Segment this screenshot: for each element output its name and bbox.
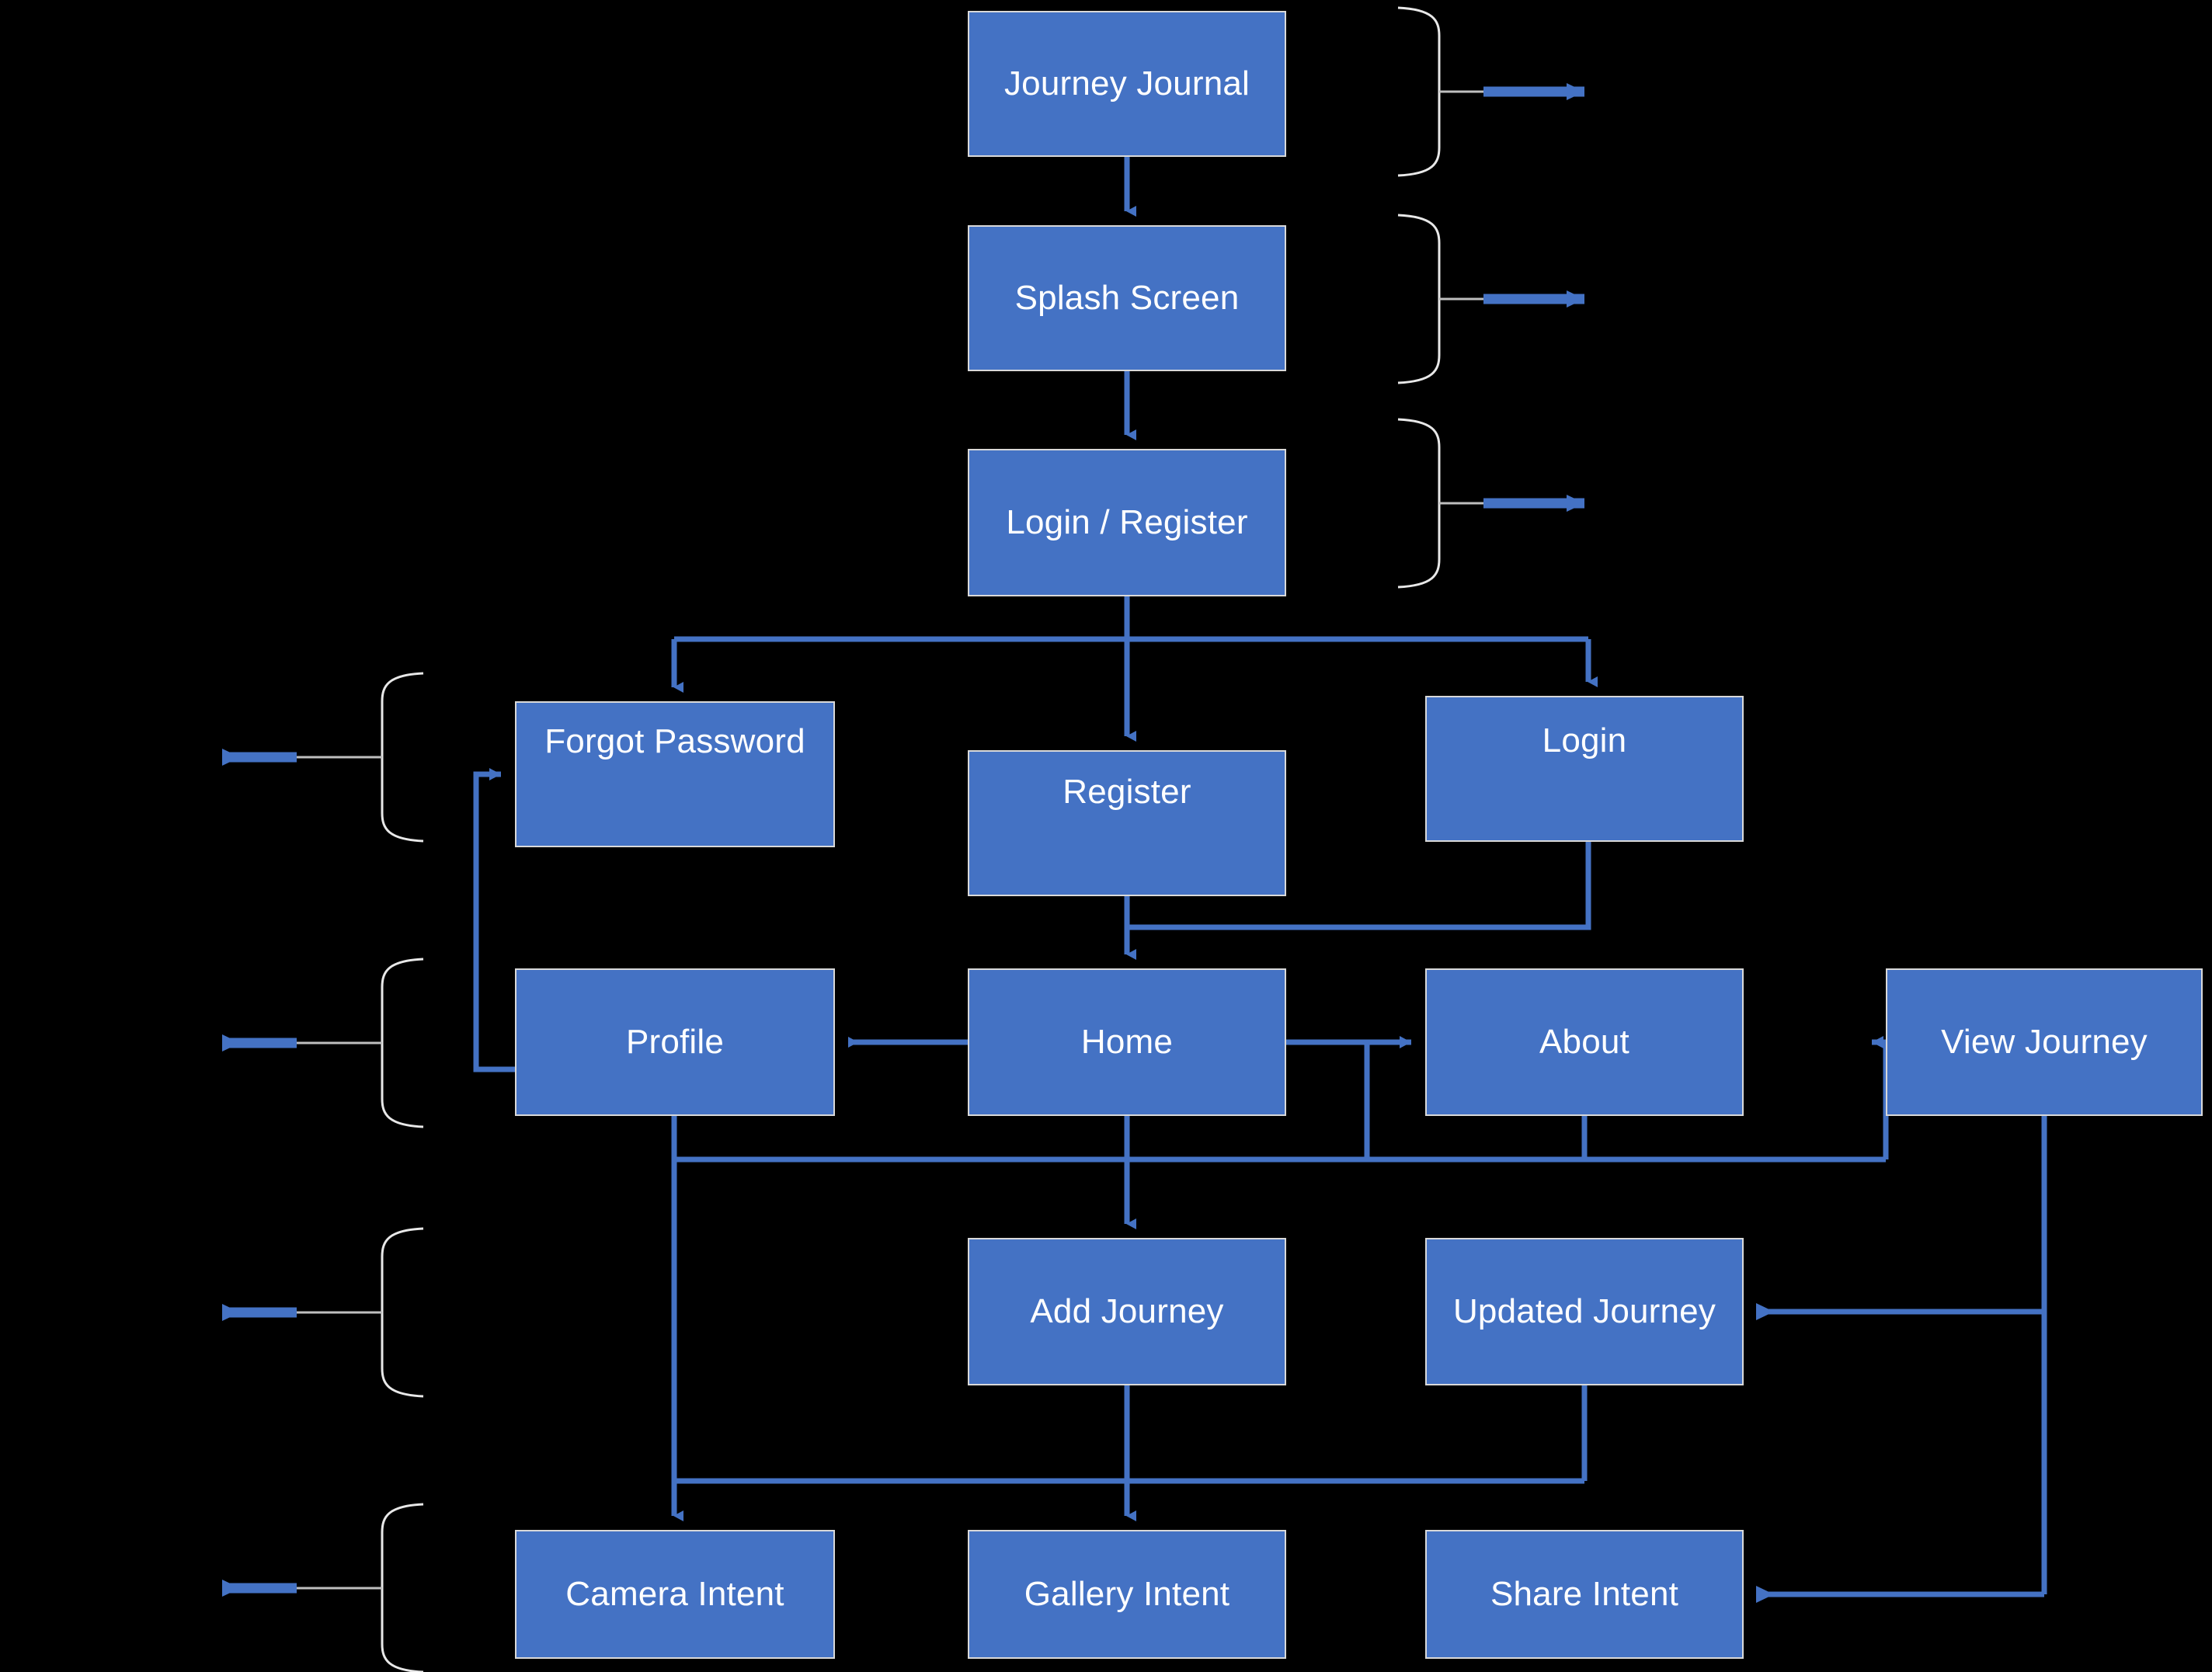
node-camera-intent[interactable]: Camera Intent: [515, 1530, 835, 1659]
brace-group-right: [1397, 6, 1584, 589]
node-label: Journey Journal: [1003, 64, 1250, 103]
node-label: Splash Screen: [1014, 278, 1240, 317]
flowchart-canvas: Journey Journal Splash Screen Login / Re…: [0, 0, 2212, 1672]
node-label: Share Intent: [1490, 1574, 1679, 1613]
node-label: Camera Intent: [565, 1574, 784, 1613]
node-label: Profile: [625, 1022, 725, 1061]
node-label: Login / Register: [1006, 502, 1248, 541]
brace-left-3: [381, 1227, 424, 1398]
node-forgot-password[interactable]: Forgot Password: [515, 701, 835, 847]
brace-right-3: [1397, 418, 1441, 589]
brace-left-4: [381, 1503, 424, 1672]
brace-right-2: [1397, 214, 1441, 384]
brace-group-left: [222, 672, 424, 1672]
node-profile[interactable]: Profile: [515, 968, 835, 1116]
node-label: Forgot Password: [544, 722, 805, 760]
node-about[interactable]: About: [1425, 968, 1744, 1116]
node-register[interactable]: Register: [968, 750, 1286, 896]
node-login-register[interactable]: Login / Register: [968, 449, 1286, 596]
node-updated-journey[interactable]: Updated Journey: [1425, 1238, 1744, 1385]
node-label: Add Journey: [1030, 1291, 1224, 1330]
node-label: View Journey: [1941, 1022, 2148, 1061]
edge-viewjourney-riser: [1872, 1036, 1889, 1159]
node-view-journey[interactable]: View Journey: [1886, 968, 2203, 1116]
brace-right-1: [1397, 6, 1441, 177]
node-journey-journal[interactable]: Journey Journal: [968, 11, 1286, 157]
node-gallery-intent[interactable]: Gallery Intent: [968, 1530, 1286, 1659]
node-label: Updated Journey: [1452, 1291, 1716, 1330]
node-label: Gallery Intent: [1024, 1574, 1230, 1613]
node-login[interactable]: Login: [1425, 696, 1744, 842]
node-label: Login: [1542, 721, 1627, 760]
node-splash-screen[interactable]: Splash Screen: [968, 225, 1286, 371]
node-home[interactable]: Home: [968, 968, 1286, 1116]
brace-left-2: [381, 958, 424, 1128]
node-add-journey[interactable]: Add Journey: [968, 1238, 1286, 1385]
node-label: Register: [1063, 773, 1191, 811]
node-label: Home: [1080, 1022, 1174, 1061]
node-share-intent[interactable]: Share Intent: [1425, 1530, 1744, 1659]
brace-left-1: [381, 672, 424, 843]
edge-profile-to-forgot: [473, 768, 515, 1072]
node-label: About: [1539, 1022, 1629, 1061]
